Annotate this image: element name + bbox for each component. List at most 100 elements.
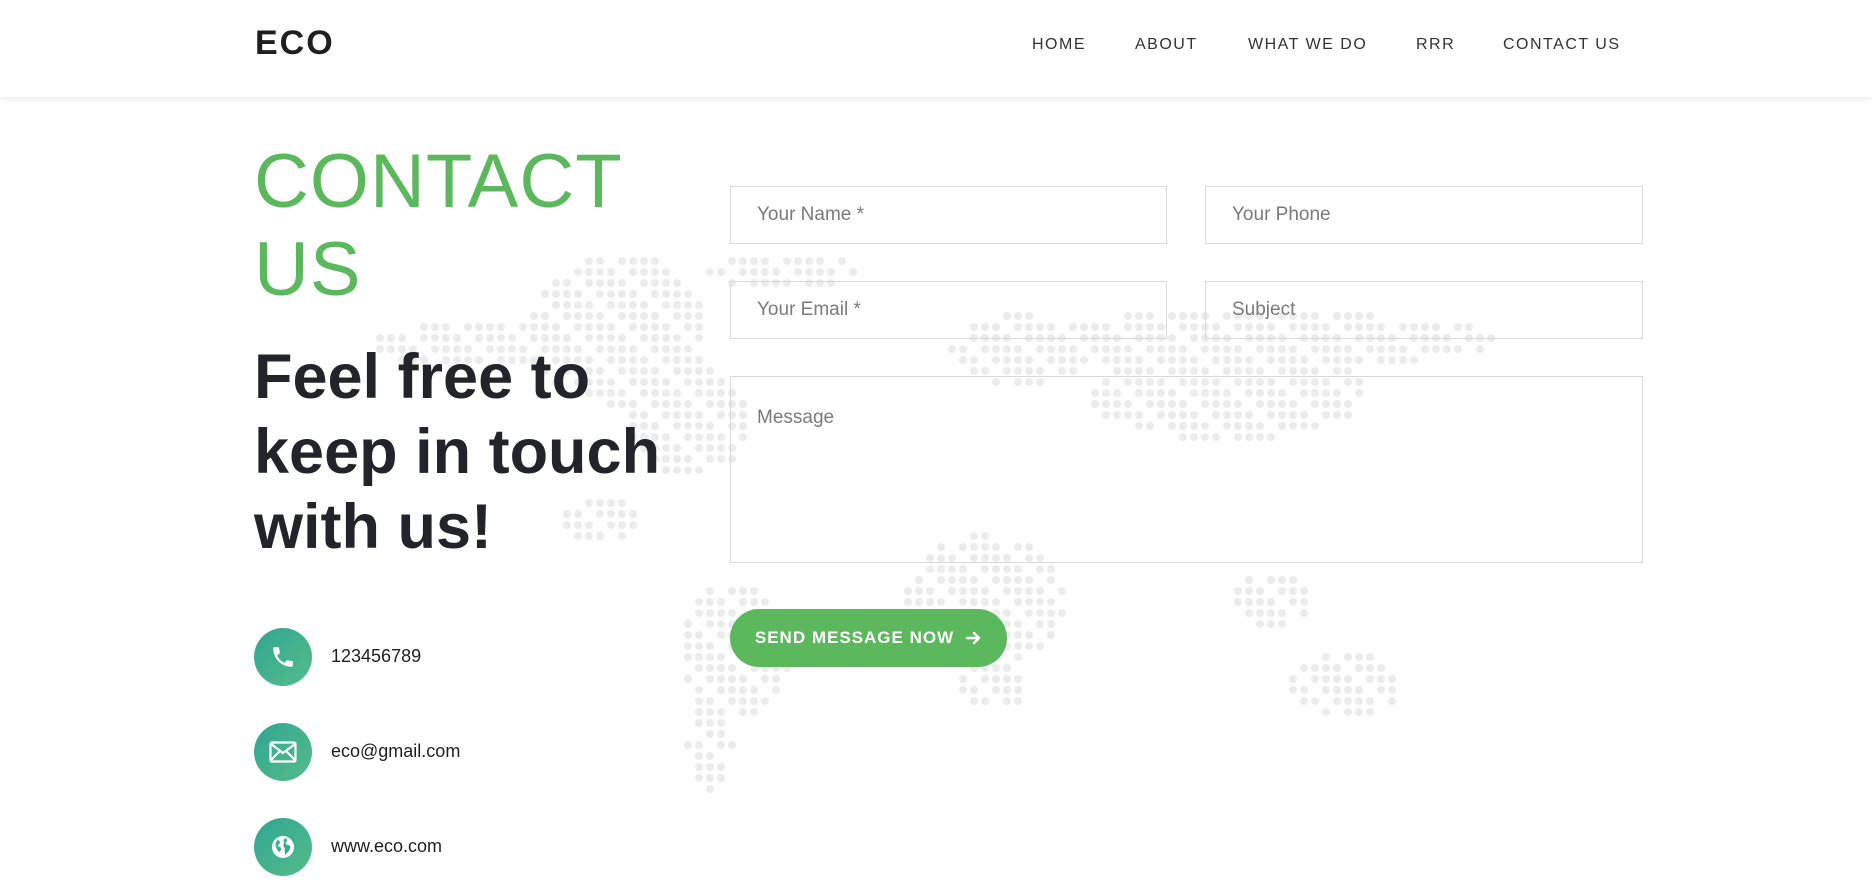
- map-dot: [728, 741, 736, 749]
- map-dot: [1003, 345, 1011, 353]
- phone-input[interactable]: [1205, 186, 1643, 244]
- map-dot: [1003, 664, 1011, 672]
- map-dot: [1113, 367, 1121, 375]
- map-dot: [1047, 576, 1055, 584]
- map-dot: [1256, 345, 1264, 353]
- map-dot: [1113, 345, 1121, 353]
- nav-item-rrr[interactable]: RRR: [1416, 36, 1455, 54]
- nav-item-what-we-do[interactable]: WHAT WE DO: [1248, 36, 1367, 54]
- map-dot: [772, 686, 780, 694]
- map-dot: [1201, 367, 1209, 375]
- map-dot: [695, 323, 703, 331]
- map-dot: [706, 598, 714, 606]
- map-dot: [959, 686, 967, 694]
- map-dot: [1003, 565, 1011, 573]
- map-dot: [464, 323, 472, 331]
- map-dot: [1300, 356, 1308, 364]
- map-dot: [1014, 653, 1022, 661]
- map-dot: [1014, 697, 1022, 705]
- map-dot: [1300, 598, 1308, 606]
- map-dot: [1322, 664, 1330, 672]
- map-dot: [596, 323, 604, 331]
- map-dot: [1245, 598, 1253, 606]
- map-dot: [706, 785, 714, 793]
- map-dot: [1058, 345, 1066, 353]
- map-dot: [1168, 312, 1176, 320]
- map-dot: [695, 609, 703, 617]
- map-dot: [1025, 631, 1033, 639]
- map-dot: [1333, 345, 1341, 353]
- map-dot: [772, 268, 780, 276]
- map-dot: [981, 675, 989, 683]
- map-dot: [1003, 675, 1011, 683]
- send-message-button[interactable]: SEND MESSAGE NOW: [730, 609, 1007, 667]
- map-dot: [1289, 345, 1297, 353]
- map-dot: [1003, 609, 1011, 617]
- map-dot: [1058, 609, 1066, 617]
- map-dot: [948, 587, 956, 595]
- map-dot: [475, 323, 483, 331]
- map-dot: [706, 620, 714, 628]
- map-dot: [1388, 356, 1396, 364]
- map-dot: [1102, 345, 1110, 353]
- map-dot: [739, 587, 747, 595]
- email-input[interactable]: [730, 281, 1167, 339]
- map-dot: [1047, 609, 1055, 617]
- map-dot: [948, 576, 956, 584]
- map-dot: [1091, 345, 1099, 353]
- map-dot: [827, 268, 835, 276]
- map-dot: [1289, 598, 1297, 606]
- map-dot: [1278, 576, 1286, 584]
- map-dot: [1377, 356, 1385, 364]
- map-dot: [1344, 356, 1352, 364]
- contact-email-text[interactable]: eco@gmail.com: [331, 741, 460, 762]
- map-dot: [1377, 345, 1385, 353]
- map-dot: [915, 576, 923, 584]
- map-dot: [1278, 345, 1286, 353]
- map-dot: [1234, 587, 1242, 595]
- mail-icon: [254, 723, 312, 781]
- map-dot: [1377, 675, 1385, 683]
- map-dot: [552, 323, 560, 331]
- map-dot: [1388, 675, 1396, 683]
- map-dot: [728, 609, 736, 617]
- map-dot: [904, 598, 912, 606]
- map-dot: [420, 323, 428, 331]
- map-dot: [717, 653, 725, 661]
- map-dot: [684, 620, 692, 628]
- map-dot: [1289, 576, 1297, 584]
- map-dot: [717, 774, 725, 782]
- map-dot: [684, 741, 692, 749]
- map-dot: [1366, 345, 1374, 353]
- map-dot: [805, 268, 813, 276]
- nav-item-home[interactable]: HOME: [1032, 36, 1086, 54]
- map-dot: [1190, 334, 1198, 342]
- map-dot: [728, 686, 736, 694]
- map-dot: [794, 257, 802, 265]
- map-dot: [673, 279, 681, 287]
- map-dot: [1146, 367, 1154, 375]
- map-dot: [1333, 367, 1341, 375]
- contact-website-text[interactable]: www.eco.com: [331, 836, 442, 857]
- nav-item-contact-us[interactable]: CONTACT US: [1503, 36, 1621, 54]
- subject-input[interactable]: [1205, 281, 1643, 339]
- map-dot: [1388, 686, 1396, 694]
- map-dot: [1025, 587, 1033, 595]
- map-dot: [728, 664, 736, 672]
- name-input[interactable]: [730, 186, 1167, 244]
- map-dot: [992, 664, 1000, 672]
- map-dot: [695, 686, 703, 694]
- map-dot: [1245, 587, 1253, 595]
- map-dot: [1267, 620, 1275, 628]
- map-dot: [1377, 664, 1385, 672]
- message-textarea[interactable]: [730, 376, 1643, 563]
- map-dot: [706, 664, 714, 672]
- map-dot: [1124, 356, 1132, 364]
- map-dot: [1300, 587, 1308, 595]
- map-dot: [706, 708, 714, 716]
- map-dot: [1036, 565, 1044, 573]
- map-dot: [1300, 697, 1308, 705]
- nav-item-about[interactable]: ABOUT: [1135, 36, 1198, 54]
- send-message-label: SEND MESSAGE NOW: [754, 628, 955, 647]
- map-dot: [717, 708, 725, 716]
